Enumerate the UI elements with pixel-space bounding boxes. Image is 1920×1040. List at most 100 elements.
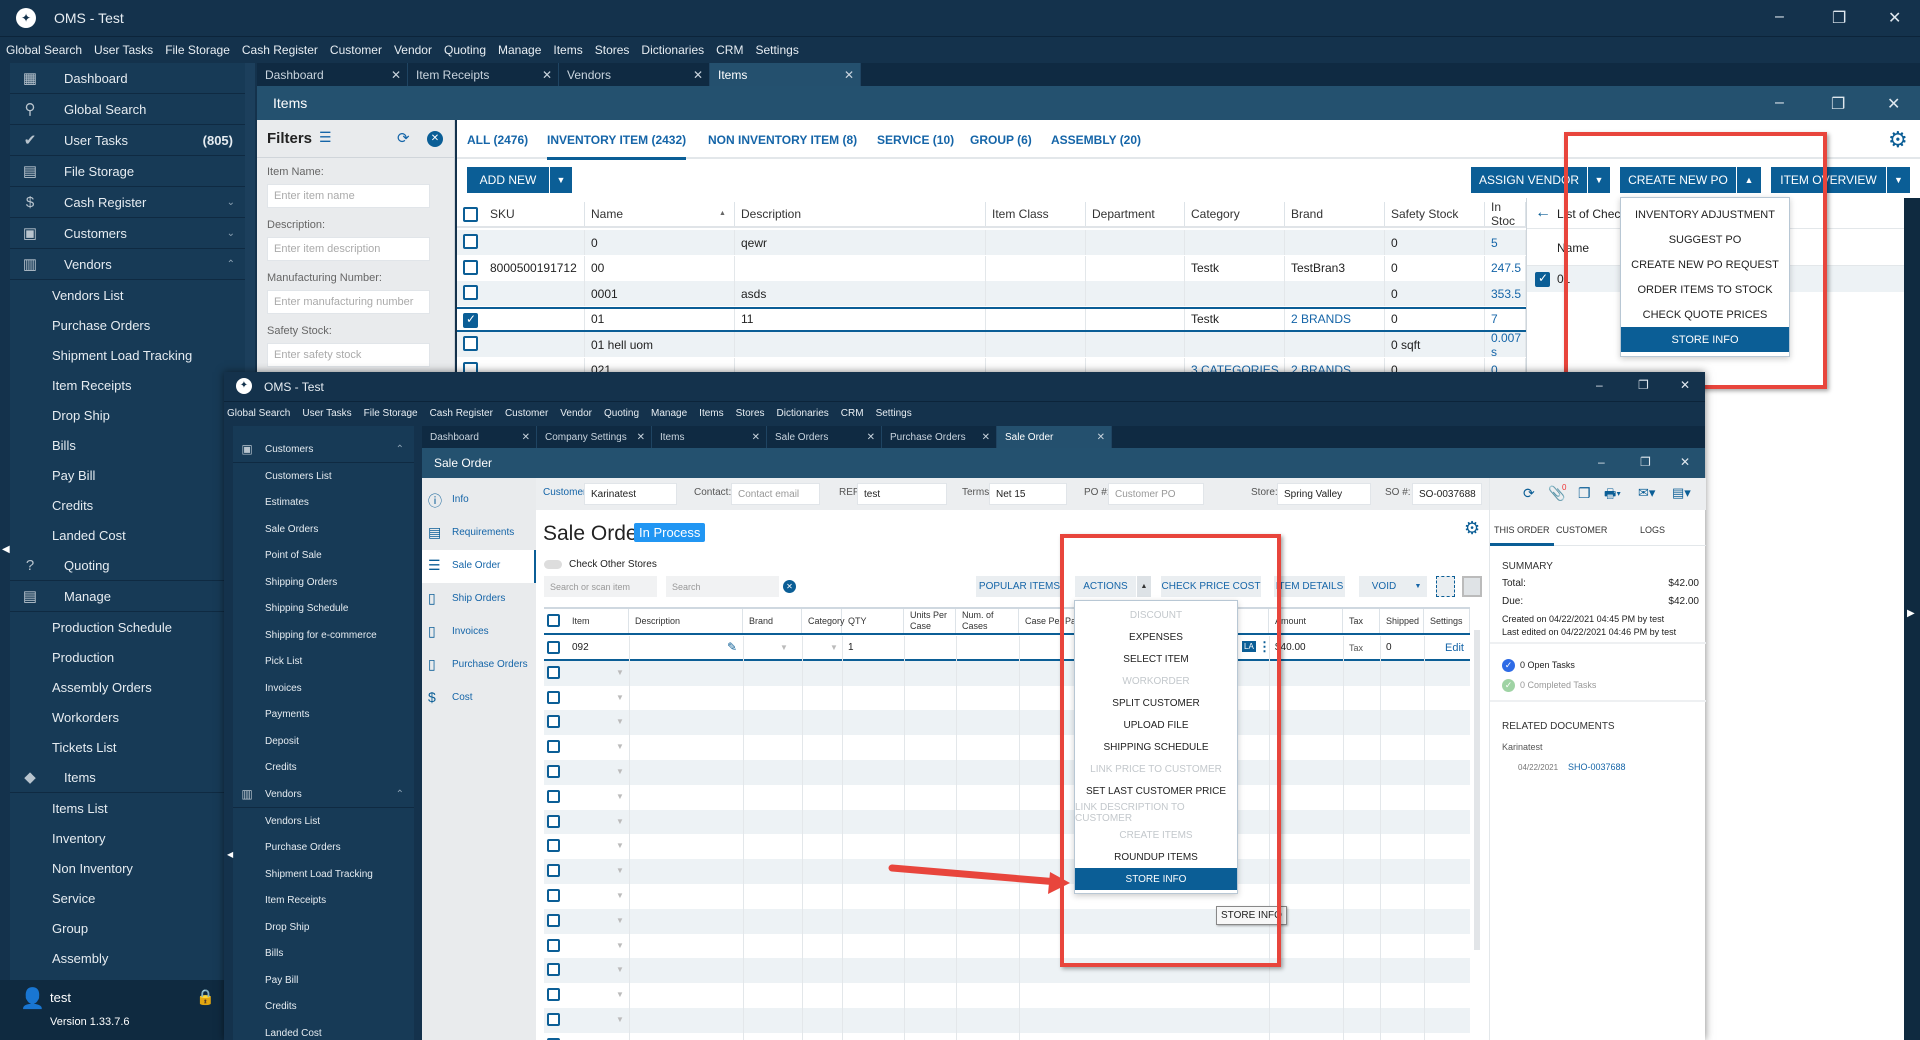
- window-maximize-button[interactable]: ❐: [1831, 94, 1845, 114]
- sidebar-item-item-receipts[interactable]: Item Receipts: [10, 370, 245, 400]
- close-button[interactable]: ✕: [1888, 8, 1901, 28]
- chevron-up-icon[interactable]: ⌃: [227, 259, 235, 270]
- menu-crm[interactable]: CRM: [841, 408, 864, 419]
- sidebar-item-customers[interactable]: ▣ Customers ⌃: [233, 436, 414, 463]
- item-details-button[interactable]: ITEM DETAILS: [1274, 576, 1345, 597]
- sidebar-item-credits[interactable]: Credits: [10, 490, 245, 520]
- column-header-tax[interactable]: Tax: [1343, 609, 1380, 633]
- nav-item-sale-order[interactable]: ☰ Sale Order: [422, 550, 536, 583]
- menu-quoting[interactable]: Quoting: [604, 408, 639, 419]
- menu-global-search[interactable]: Global Search: [6, 43, 82, 57]
- chevron-up-icon[interactable]: ⌃: [396, 789, 404, 800]
- so-close-button[interactable]: ✕: [1680, 455, 1690, 469]
- nav-item-cost[interactable]: $ Cost: [422, 682, 536, 715]
- chevron-up-icon[interactable]: ⌃: [396, 444, 404, 455]
- menu-quoting[interactable]: Quoting: [444, 43, 486, 57]
- nav-item-purchase-orders[interactable]: ▯ Purchase Orders: [422, 649, 536, 682]
- item-dropdown-icon[interactable]: ▼: [616, 866, 624, 875]
- nav-item-ship-orders[interactable]: ▯ Ship Orders: [422, 583, 536, 616]
- menu-items[interactable]: Items: [699, 408, 723, 419]
- item-dropdown-icon[interactable]: ▼: [616, 717, 624, 726]
- item-dropdown-icon[interactable]: ▼: [616, 841, 624, 850]
- tab-non-inventory-item-8[interactable]: NON INVENTORY ITEM (8): [708, 133, 857, 147]
- sidebar-item-landed-cost[interactable]: Landed Cost: [233, 1020, 414, 1040]
- line-checkbox[interactable]: [547, 690, 560, 704]
- refresh-filters-icon[interactable]: ⟳: [397, 129, 410, 147]
- sidebar-item-drop-ship[interactable]: Drop Ship: [10, 400, 245, 430]
- menu-user-tasks[interactable]: User Tasks: [302, 408, 351, 419]
- menu-settings[interactable]: Settings: [876, 408, 912, 419]
- add-new-dropdown-button[interactable]: ▼: [550, 167, 572, 193]
- column-header-item-class[interactable]: Item Class: [986, 202, 1086, 226]
- tab-this-order[interactable]: THIS ORDER: [1490, 525, 1554, 546]
- sidebar-item-bills[interactable]: Bills: [10, 430, 245, 460]
- nav-item-requirements[interactable]: ▤ Requirements: [422, 517, 536, 550]
- void-button[interactable]: VOID: [1359, 576, 1409, 597]
- cell-in-stoc[interactable]: 353.5: [1485, 281, 1526, 306]
- sidebar-item-credits[interactable]: Credits: [233, 994, 414, 1021]
- sidebar-item-workorders[interactable]: Workorders: [10, 702, 245, 732]
- item-dropdown-icon[interactable]: ▼: [616, 817, 624, 826]
- tab-group-6[interactable]: GROUP (6): [970, 133, 1032, 147]
- sidebar-item-pick-list[interactable]: Pick List: [233, 649, 414, 676]
- sidebar-item-pay-bill[interactable]: Pay Bill: [233, 967, 414, 994]
- document-icon[interactable]: ▤▾: [1672, 485, 1691, 501]
- search-field[interactable]: Search: [666, 576, 779, 597]
- nav-item-info[interactable]: ⓘ Info: [422, 484, 536, 517]
- menu-settings[interactable]: Settings: [755, 43, 798, 57]
- maximize-button[interactable]: ❐: [1832, 8, 1846, 28]
- tab-close-icon[interactable]: ✕: [693, 68, 703, 82]
- tab-item-receipts[interactable]: Item Receipts ✕: [408, 63, 559, 86]
- order-line-row[interactable]: ▼: [544, 784, 1470, 810]
- front-maximize-button[interactable]: ❐: [1638, 378, 1649, 392]
- tab-close-icon[interactable]: ✕: [391, 68, 401, 82]
- row-checkbox[interactable]: [463, 234, 478, 249]
- table-row[interactable]: 8000500191712 00 Testk TestBran3 0 247.5: [457, 255, 1526, 281]
- item-dropdown-icon[interactable]: ▼: [616, 742, 624, 751]
- tab-vendors[interactable]: Vendors ✕: [559, 63, 710, 86]
- front-minimize-button[interactable]: –: [1596, 378, 1603, 392]
- order-line-row[interactable]: ▼: [544, 983, 1470, 1009]
- order-line-row[interactable]: ▼: [544, 1008, 1470, 1033]
- sidebar-item-shipment-load-tracking[interactable]: Shipment Load Tracking: [10, 340, 245, 370]
- menu-dictionaries[interactable]: Dictionaries: [777, 408, 829, 419]
- tab-close-icon[interactable]: ✕: [542, 68, 552, 82]
- contact-field[interactable]: Contact email: [731, 483, 820, 505]
- menu-global-search[interactable]: Global Search: [227, 408, 290, 419]
- order-line-row[interactable]: ▼: [544, 1032, 1470, 1040]
- row-checkbox[interactable]: [463, 361, 478, 372]
- nav-item-invoices[interactable]: ▯ Invoices: [422, 616, 536, 649]
- table-row[interactable]: 0111 Testk2 BRANDS07: [457, 306, 1526, 332]
- sidebar-item-quoting[interactable]: ? Quoting: [10, 550, 245, 581]
- sidebar-item-production-schedule[interactable]: Production Schedule: [10, 612, 245, 642]
- cell-brand[interactable]: 2 BRANDS: [1285, 308, 1385, 330]
- cell-in-stoc[interactable]: 5: [1485, 230, 1526, 255]
- column-header-settings[interactable]: Settings: [1424, 609, 1470, 633]
- front-close-button[interactable]: ✕: [1680, 378, 1690, 392]
- tab-close-icon[interactable]: ✕: [1097, 432, 1105, 443]
- category-dropdown-icon[interactable]: ▼: [830, 643, 838, 652]
- brand-dropdown-icon[interactable]: ▼: [780, 643, 788, 652]
- column-header-shipped[interactable]: Shipped: [1380, 609, 1424, 633]
- sidebar-item-non-inventory[interactable]: Non Inventory: [10, 853, 245, 883]
- cell-in-stoc[interactable]: 0.007 s: [1485, 331, 1526, 359]
- sidebar-item-file-storage[interactable]: ▤ File Storage: [10, 156, 245, 187]
- sidebar-item-global-search[interactable]: ⚲ Global Search: [10, 94, 245, 125]
- search-scan-item-field[interactable]: Search or scan item: [544, 576, 657, 597]
- so-minimize-button[interactable]: –: [1598, 455, 1605, 469]
- menu-items[interactable]: Items: [553, 43, 582, 57]
- menu-manage[interactable]: Manage: [651, 408, 687, 419]
- sidebar-item-shipping-schedule[interactable]: Shipping Schedule: [233, 596, 414, 623]
- column-header-name[interactable]: Name: [585, 202, 735, 226]
- chevron-down-icon[interactable]: ⌄: [227, 197, 235, 208]
- table-row[interactable]: 0 qewr 0 5: [457, 230, 1526, 255]
- select-all-checkbox[interactable]: [463, 207, 478, 222]
- column-header-qty[interactable]: QTY: [842, 609, 904, 633]
- tab-purchase-orders[interactable]: Purchase Orders ✕: [882, 426, 997, 448]
- tab-close-icon[interactable]: ✕: [867, 432, 875, 443]
- order-line-row[interactable]: ▼: [544, 933, 1470, 959]
- back-arrow-icon[interactable]: ←: [1535, 204, 1551, 222]
- row-checkbox[interactable]: [463, 259, 478, 275]
- line-checkbox[interactable]: [547, 839, 560, 853]
- po-number-field[interactable]: Customer PO: [1108, 483, 1204, 505]
